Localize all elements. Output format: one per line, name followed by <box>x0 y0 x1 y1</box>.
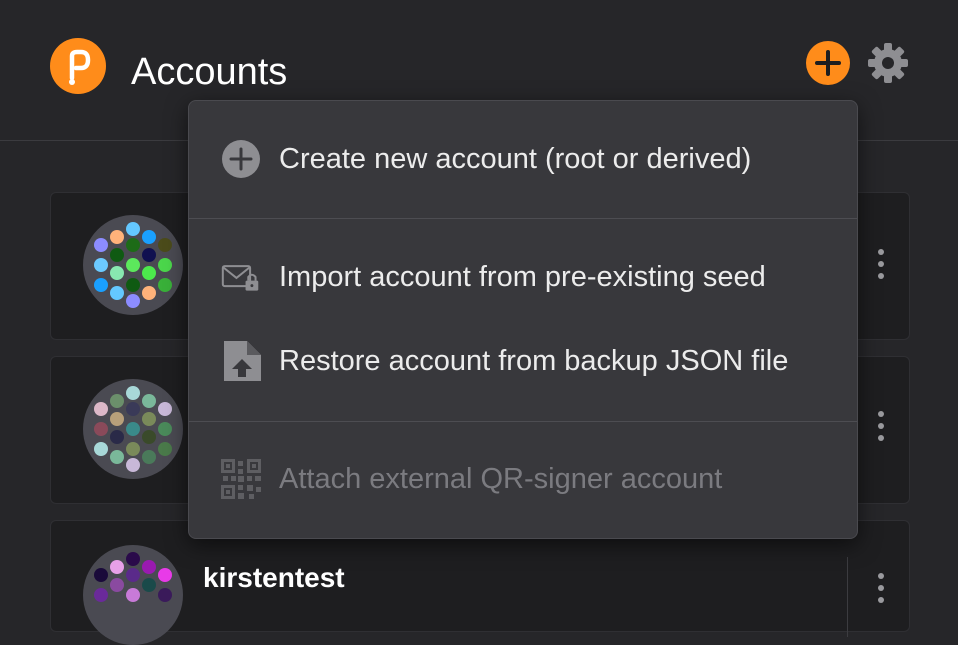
menu-item-restore-json[interactable]: Restore account from backup JSON file <box>189 329 859 393</box>
qr-code-icon <box>221 459 261 499</box>
add-account-menu: Create new account (root or derived) Imp… <box>188 100 858 539</box>
gear-icon <box>868 43 908 83</box>
account-menu-button[interactable] <box>877 573 885 613</box>
menu-item-label: Restore account from backup JSON file <box>279 345 789 377</box>
menu-item-label: Import account from pre-existing seed <box>279 261 766 293</box>
plus-circle-icon <box>222 140 260 178</box>
menu-item-create-account[interactable]: Create new account (root or derived) <box>189 127 859 191</box>
identicon <box>83 379 183 479</box>
polkadot-logo-icon <box>50 38 106 94</box>
identicon <box>83 215 183 315</box>
menu-separator <box>189 218 857 219</box>
account-menu-button[interactable] <box>877 411 885 451</box>
file-upload-icon <box>224 341 261 381</box>
identicon <box>83 545 183 645</box>
menu-item-import-seed[interactable]: Import account from pre-existing seed <box>189 245 859 309</box>
menu-separator <box>189 421 857 422</box>
add-account-button[interactable] <box>806 41 850 85</box>
page-title: Accounts <box>131 51 288 93</box>
menu-item-attach-qr[interactable]: Attach external QR-signer account <box>189 447 859 511</box>
plus-icon <box>815 50 841 76</box>
menu-item-label: Attach external QR-signer account <box>279 463 723 495</box>
envelope-lock-icon <box>221 265 259 291</box>
divider <box>847 557 848 637</box>
account-name: kirstentest <box>203 562 345 593</box>
account-menu-button[interactable] <box>877 249 885 289</box>
settings-button[interactable] <box>865 40 911 86</box>
menu-item-label: Create new account (root or derived) <box>279 143 752 175</box>
